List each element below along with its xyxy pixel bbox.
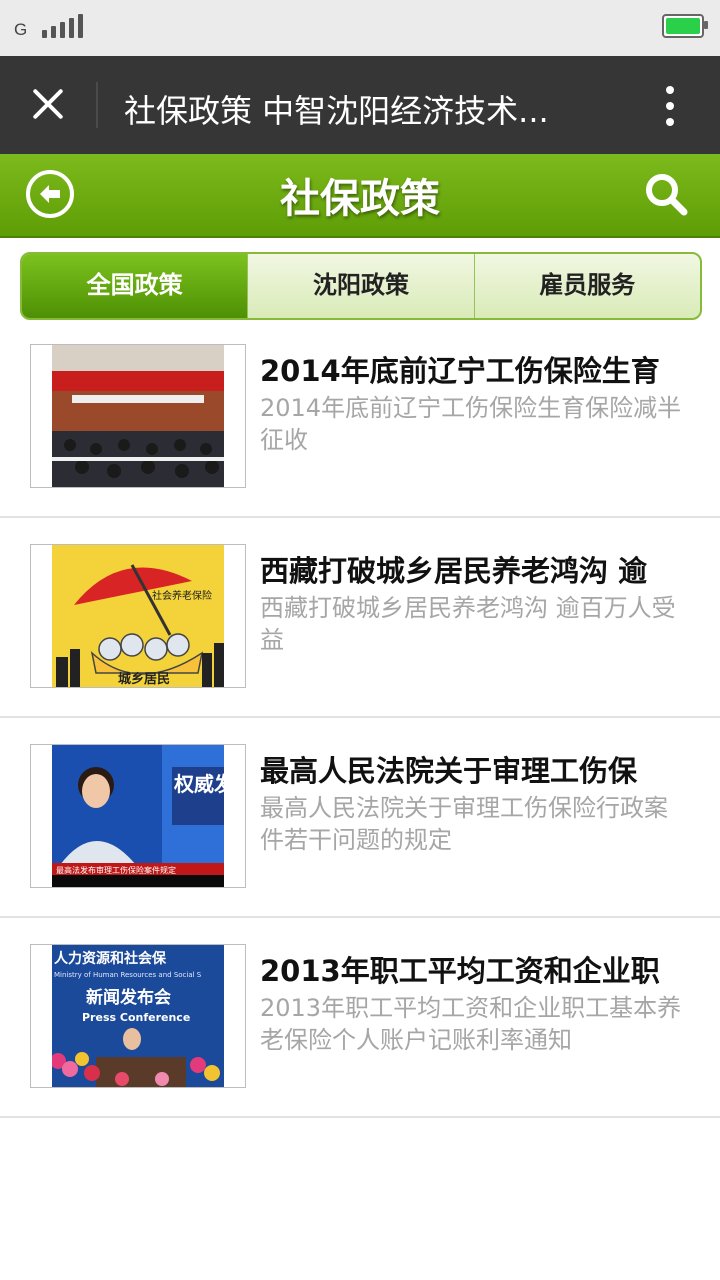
list-item[interactable]: 2014年底前辽宁工伤保险生育 2014年底前辽宁工伤保险生育保险减半征收 — [0, 318, 720, 518]
list-item[interactable]: 社会养老保险 城乡居民 西藏打破城乡居民养老鸿沟 逾 西藏打破城乡居民养老鸿沟 … — [0, 518, 720, 718]
press-conference-icon: 人力资源和社会保 Ministry of Human Resources and… — [30, 944, 246, 1088]
window-title: 社保政策 中智沈阳经济技术... — [124, 92, 549, 130]
page-header: 社保政策 — [0, 154, 720, 238]
status-bar: G — [0, 0, 720, 56]
more-vertical-icon[interactable] — [666, 86, 674, 126]
thumb-label: 人力资源和社会保 — [54, 950, 167, 967]
list-item[interactable]: 权威发布 最高法发布审理工伤保险案件规定 最高人民法院关于审理工伤保 最高人民法… — [0, 718, 720, 918]
thumb-label: 新闻发布会 — [86, 987, 171, 1008]
thumb-label: 最高法发布审理工伤保险案件规定 — [56, 865, 176, 875]
signal-bars-icon — [42, 14, 83, 38]
tab-shenyang-policy[interactable]: 沈阳政策 — [247, 254, 473, 318]
search-icon[interactable] — [644, 172, 688, 216]
tab-national-policy[interactable]: 全国政策 — [22, 254, 248, 318]
thumb-label: 社会养老保险 — [152, 589, 212, 602]
thumb-label: 权威发布 — [173, 772, 224, 796]
article-title: 西藏打破城乡居民养老鸿沟 逾 — [260, 554, 648, 588]
category-tabs: 全国政策 沈阳政策 雇员服务 — [20, 252, 702, 320]
close-icon[interactable] — [28, 84, 68, 124]
article-list: 2014年底前辽宁工伤保险生育 2014年底前辽宁工伤保险生育保险减半征收 社会… — [0, 318, 720, 1118]
thumb-label: 城乡居民 — [118, 671, 170, 687]
article-desc: 2013年职工平均工资和企业职工基本养老保险个人账户记账利率通知 — [260, 994, 682, 1054]
article-title: 2014年底前辽宁工伤保险生育 — [260, 354, 660, 388]
thumb-label: Press Conference — [82, 1011, 190, 1024]
tab-employee-service[interactable]: 雇员服务 — [473, 254, 700, 318]
thumb-label: Ministry of Human Resources and Social S — [54, 971, 202, 979]
article-title: 2013年职工平均工资和企业职 — [260, 954, 660, 988]
network-type: G — [14, 20, 28, 39]
battery-icon — [662, 14, 708, 38]
article-desc: 最高人民法院关于审理工伤保险行政案件若干问题的规定 — [260, 794, 668, 854]
news-broadcast-icon: 权威发布 最高法发布审理工伤保险案件规定 — [30, 744, 246, 888]
umbrella-cartoon-icon: 社会养老保险 城乡居民 — [30, 544, 246, 688]
page-title: 社保政策 — [280, 176, 440, 222]
article-desc: 西藏打破城乡居民养老鸿沟 逾百万人受益 — [260, 594, 676, 654]
article-title: 最高人民法院关于审理工伤保 — [260, 754, 638, 788]
article-desc: 2014年底前辽宁工伤保险生育保险减半征收 — [260, 394, 682, 454]
browser-titlebar: 社保政策 中智沈阳经济技术... — [0, 56, 720, 154]
list-item[interactable]: 人力资源和社会保 Ministry of Human Resources and… — [0, 918, 720, 1118]
conference-photo-icon — [30, 344, 246, 488]
divider — [96, 82, 98, 128]
